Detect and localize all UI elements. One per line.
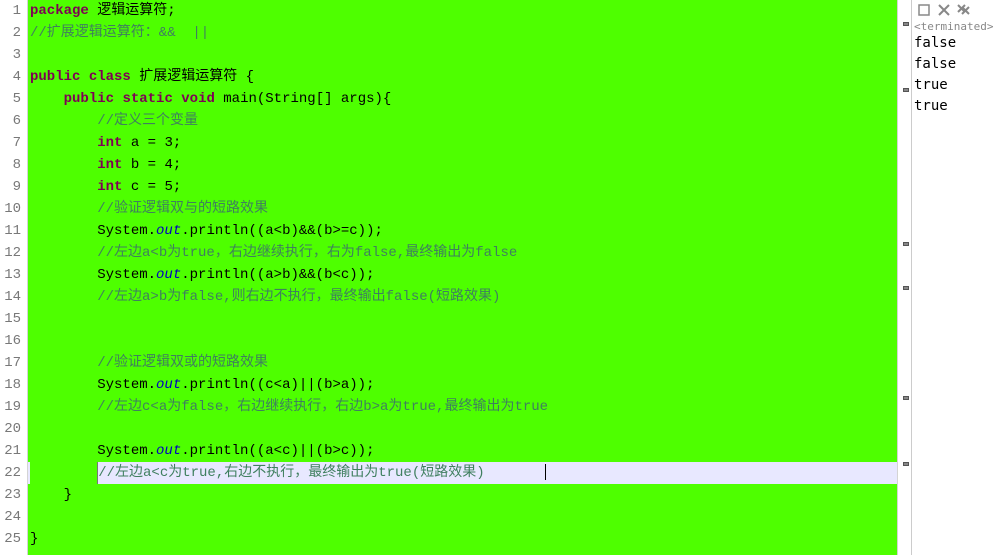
change-mark — [903, 286, 909, 290]
line-number: 8 — [0, 154, 21, 176]
code-line[interactable]: //验证逻辑双或的短路效果 — [28, 352, 911, 374]
console-line: false — [914, 33, 1006, 54]
code-line[interactable]: //左边a<c为true,右边不执行，最终输出为true(短路效果) — [28, 462, 911, 484]
terminated-label: <terminated> — [912, 20, 1006, 33]
line-number: 5 — [0, 88, 21, 110]
console-output[interactable]: falsefalsetruetrue — [912, 33, 1006, 117]
code-line[interactable]: //验证逻辑双与的短路效果 — [28, 198, 911, 220]
line-number: 12 — [0, 242, 21, 264]
code-line[interactable]: System.out.println((c<a)||(b>a)); — [28, 374, 911, 396]
code-line[interactable] — [28, 330, 911, 352]
code-line[interactable] — [28, 44, 911, 66]
line-number: 7 — [0, 132, 21, 154]
code-line[interactable]: System.out.println((a<c)||(b>c)); — [28, 440, 911, 462]
code-line[interactable]: public static void main(String[] args){ — [28, 88, 911, 110]
line-number: 15 — [0, 308, 21, 330]
code-line[interactable]: System.out.println((a>b)&&(b<c)); — [28, 264, 911, 286]
code-line[interactable]: } — [28, 528, 911, 550]
remove-launch-icon[interactable] — [936, 2, 952, 18]
code-line[interactable] — [28, 506, 911, 528]
change-mark — [903, 22, 909, 26]
code-line[interactable] — [28, 418, 911, 440]
line-number: 2 — [0, 22, 21, 44]
change-mark — [903, 396, 909, 400]
code-line[interactable]: System.out.println((a<b)&&(b>=c)); — [28, 220, 911, 242]
change-mark — [903, 242, 909, 246]
line-number: 16 — [0, 330, 21, 352]
line-number: 18 — [0, 374, 21, 396]
code-line[interactable]: int c = 5; — [28, 176, 911, 198]
line-number: 11 — [0, 220, 21, 242]
stop-icon[interactable] — [916, 2, 932, 18]
code-line[interactable]: int a = 3; — [28, 132, 911, 154]
change-mark — [903, 88, 909, 92]
console-line: true — [914, 96, 1006, 117]
line-number: 14 — [0, 286, 21, 308]
console-line: false — [914, 54, 1006, 75]
line-number-gutter: 1234567891011121314151617181920212223242… — [0, 0, 28, 555]
code-line[interactable]: //左边c<a为false，右边继续执行，右边b>a为true,最终输出为tru… — [28, 396, 911, 418]
line-number: 22 — [0, 462, 21, 484]
editor-pane: 1234567891011121314151617181920212223242… — [0, 0, 912, 555]
console-toolbar — [912, 0, 1006, 20]
console-pane: <terminated> falsefalsetruetrue — [912, 0, 1006, 555]
code-line[interactable]: //左边a>b为false,则右边不执行，最终输出false(短路效果) — [28, 286, 911, 308]
code-line[interactable]: //扩展逻辑运算符：&& || — [28, 22, 911, 44]
line-number: 6 — [0, 110, 21, 132]
remove-all-icon[interactable] — [956, 2, 972, 18]
line-number: 21 — [0, 440, 21, 462]
code-line[interactable]: int b = 4; — [28, 154, 911, 176]
line-number: 3 — [0, 44, 21, 66]
code-line[interactable] — [28, 308, 911, 330]
line-number: 24 — [0, 506, 21, 528]
line-number: 1 — [0, 0, 21, 22]
code-line[interactable]: package 逻辑运算符; — [28, 0, 911, 22]
code-line[interactable]: //左边a<b为true，右边继续执行，右为false,最终输出为false — [28, 242, 911, 264]
console-line: true — [914, 75, 1006, 96]
line-number: 9 — [0, 176, 21, 198]
line-number: 13 — [0, 264, 21, 286]
change-ruler — [897, 0, 911, 555]
line-number: 25 — [0, 528, 21, 550]
code-line[interactable]: } — [28, 484, 911, 506]
line-number: 20 — [0, 418, 21, 440]
line-number: 19 — [0, 396, 21, 418]
code-line[interactable]: public class 扩展逻辑运算符 { — [28, 66, 911, 88]
change-mark — [903, 462, 909, 466]
code-area[interactable]: package 逻辑运算符;//扩展逻辑运算符：&& || public cla… — [28, 0, 911, 555]
line-number: 17 — [0, 352, 21, 374]
line-number: 10 — [0, 198, 21, 220]
code-line[interactable]: //定义三个变量 — [28, 110, 911, 132]
line-number: 23 — [0, 484, 21, 506]
line-number: 4 — [0, 66, 21, 88]
